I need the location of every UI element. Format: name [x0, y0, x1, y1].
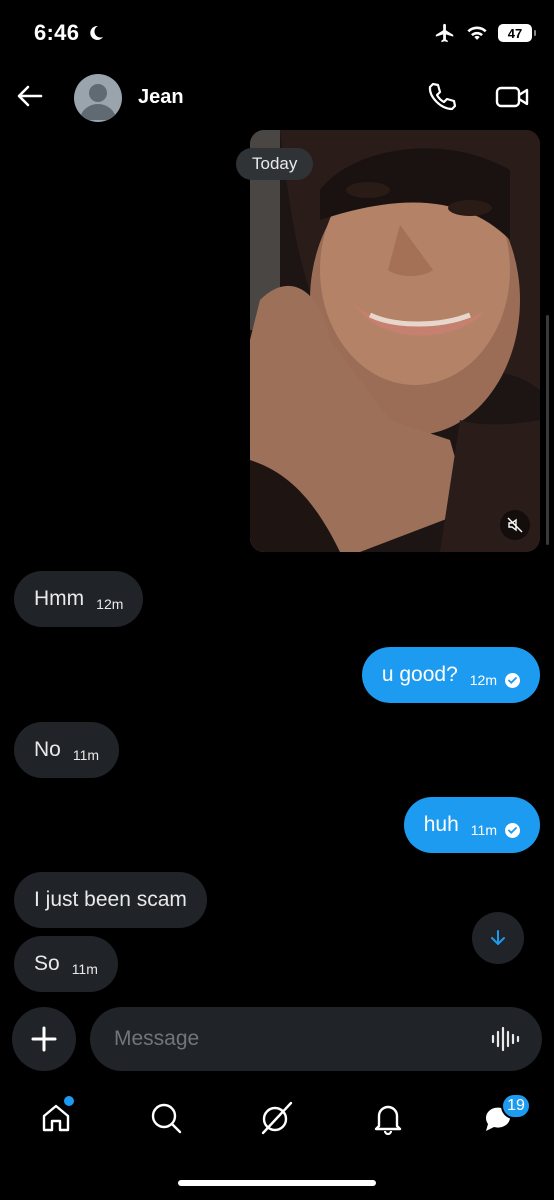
grok-icon [261, 1101, 293, 1135]
default-avatar-icon [80, 84, 116, 120]
tab-search[interactable] [144, 1096, 188, 1140]
moon-icon [89, 25, 103, 40]
video-call-button[interactable] [494, 80, 530, 114]
read-receipt-icon [505, 822, 520, 838]
message-time: 12m [96, 596, 124, 612]
message-time: 11m [72, 747, 100, 763]
avatar[interactable] [74, 74, 122, 122]
message-text: No [34, 738, 61, 761]
message-time: 11m [470, 822, 497, 838]
message-time: 12m [469, 672, 497, 688]
voice-call-button[interactable] [424, 80, 458, 114]
wifi-icon [467, 26, 487, 40]
message-bubble[interactable]: So 11m [14, 936, 118, 992]
back-arrow-icon [17, 85, 43, 107]
status-icons: 47 [434, 22, 536, 44]
bell-icon [374, 1105, 402, 1135]
messages-badge: 19 [501, 1093, 531, 1119]
scroll-to-bottom-button[interactable] [472, 912, 524, 964]
airplane-icon [435, 23, 454, 43]
date-divider: Today [236, 148, 314, 180]
phone-icon [428, 82, 457, 111]
tab-grok[interactable] [254, 1096, 298, 1140]
message-text: So [34, 952, 60, 975]
mute-toggle-button[interactable] [500, 510, 530, 540]
tab-notifications[interactable] [366, 1096, 410, 1140]
status-time: 6:46 [34, 20, 104, 46]
message-bubble[interactable]: I just been scam [14, 872, 207, 928]
voice-message-icon[interactable] [490, 1024, 520, 1054]
message-composer[interactable] [90, 1007, 542, 1071]
message-time: 11m [71, 961, 98, 977]
add-attachment-button[interactable] [12, 1007, 76, 1071]
message-text: huh [423, 813, 459, 836]
back-button[interactable] [14, 80, 46, 112]
message-text: I just been scam [34, 888, 187, 911]
read-receipt-icon [505, 672, 520, 688]
home-indicator[interactable] [178, 1180, 376, 1186]
scrollbar[interactable] [546, 315, 549, 545]
contact-name[interactable]: Jean [138, 86, 184, 109]
message-text: u good? [381, 663, 458, 686]
search-icon [151, 1103, 182, 1134]
arrow-down-icon [491, 930, 505, 945]
notification-dot [62, 1094, 76, 1108]
message-bubble[interactable]: Hmm 12m [14, 571, 144, 627]
message-text: Hmm [34, 587, 85, 610]
video-thumbnail-image [250, 130, 540, 552]
plus-icon [31, 1026, 57, 1052]
message-bubble[interactable]: No 11m [14, 722, 120, 778]
message-bubble[interactable]: u good? 12m [361, 647, 540, 703]
battery-indicator: 47 [498, 24, 536, 42]
message-bubble[interactable]: huh 11m [403, 797, 540, 853]
video-camera-icon [495, 86, 529, 108]
media-video-message[interactable] [250, 130, 540, 552]
message-input[interactable] [112, 1026, 490, 1052]
speaker-muted-icon [507, 517, 523, 533]
